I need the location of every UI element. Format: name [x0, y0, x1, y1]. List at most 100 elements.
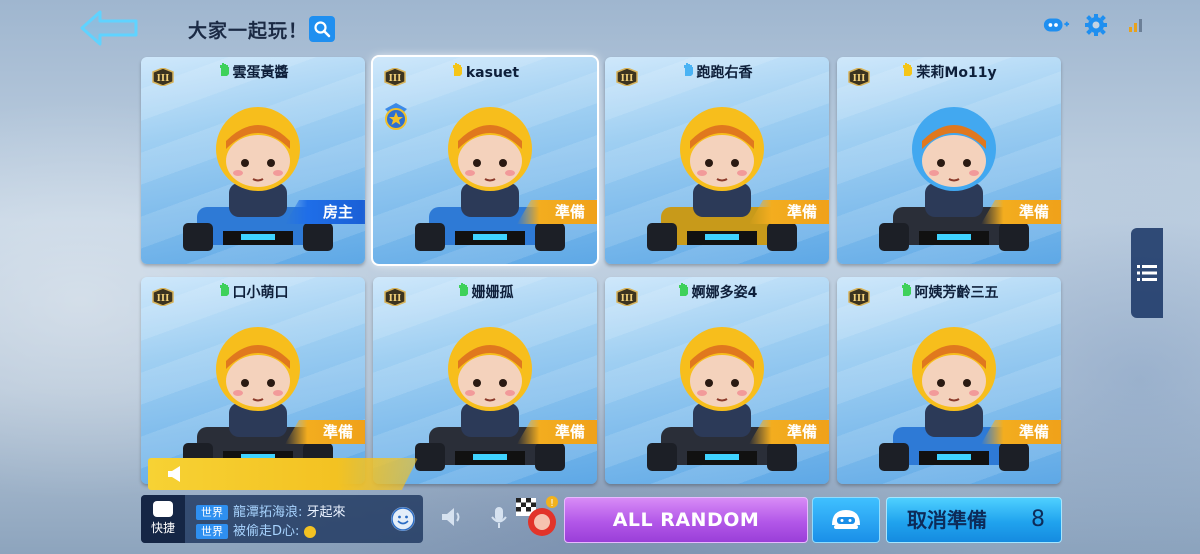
countdown-number: 8 [1031, 507, 1045, 532]
megaphone-icon [168, 466, 180, 482]
all-random-button[interactable]: ALL RANDOM [564, 497, 808, 543]
signal-icon [1129, 19, 1142, 32]
speaker-icon [442, 508, 460, 526]
player-name-row: kasuet [373, 62, 597, 81]
status-tag: 準備 [981, 420, 1061, 444]
player-card[interactable]: III kasuet 準備 [371, 55, 599, 266]
player-card[interactable]: III 茉莉Mo11y 準備 [837, 57, 1061, 264]
hand-icon [678, 283, 688, 296]
channel-badge: 世界 [196, 524, 228, 539]
player-name: 茉莉Mo11y [916, 65, 997, 81]
driver-illustration [216, 327, 300, 437]
chat-message: 牙起來 [306, 505, 346, 520]
player-name-row: 姗姗孤 [373, 282, 597, 302]
status-tag: 房主 [285, 200, 365, 224]
status-tag: 準備 [981, 200, 1061, 224]
helmet-icon [832, 510, 860, 529]
back-arrow-icon [80, 10, 138, 46]
player-name: 阿姨芳齡三五 [914, 285, 999, 301]
player-name-row: 茉莉Mo11y [837, 62, 1061, 82]
player-name-row: 婀娜多姿4 [605, 282, 829, 302]
player-name-row: 雲蛋黃醬 [141, 62, 365, 82]
racer-avatar [415, 107, 565, 251]
driver-illustration [912, 107, 996, 217]
driver-illustration [216, 107, 300, 217]
racer-avatar [647, 107, 797, 251]
player-card[interactable]: III 阿姨芳齡三五 準備 [837, 277, 1061, 484]
status-tag: 準備 [285, 420, 365, 444]
add-friend-button[interactable] [1042, 12, 1070, 38]
smiley-icon [391, 507, 415, 531]
microphone-icon [491, 507, 507, 528]
chat-line: 世界 龍潭拓海浪: 牙起來 [196, 501, 346, 520]
player-card[interactable]: III 口小萌口 準備 [141, 277, 365, 484]
hand-icon [458, 283, 468, 296]
room-title: 大家一起玩！ [188, 20, 309, 42]
player-name: 姗姗孤 [471, 285, 514, 301]
player-name-row: 阿姨芳齡三五 [837, 282, 1061, 302]
chat-sender: 被偷走D心: [233, 524, 300, 539]
status-tag: 準備 [517, 200, 597, 224]
racer-avatar [879, 107, 1029, 251]
player-card[interactable]: III 姗姗孤 準備 [373, 277, 597, 484]
gear-icon [1085, 14, 1107, 36]
chat-emoji-icon [303, 525, 316, 538]
driver-illustration [912, 327, 996, 437]
driver-illustration [680, 327, 764, 437]
hand-icon [903, 63, 913, 76]
status-tag: 準備 [749, 420, 829, 444]
hand-icon [219, 63, 229, 76]
search-icon [314, 21, 331, 38]
chat-sender: 龍潭拓海浪: [233, 505, 303, 520]
driver-illustration [448, 107, 532, 217]
status-tag: 準備 [749, 200, 829, 224]
cancel-ready-button[interactable]: 取消準備 8 [886, 497, 1062, 543]
hand-icon [901, 283, 911, 296]
list-icon [1137, 265, 1157, 281]
emoji-button[interactable] [391, 507, 415, 531]
player-grid: III 雲蛋黃醬 房主 III kasuet 準備 III 跑跑右香 準備 II… [141, 55, 1061, 485]
search-button[interactable] [309, 16, 335, 42]
announcement-bar[interactable] [148, 458, 418, 490]
status-tag: 準備 [517, 420, 597, 444]
speaker-button[interactable] [440, 506, 464, 534]
svg-text:!: ! [550, 498, 554, 509]
chat-bubble-icon [153, 501, 173, 517]
player-card[interactable]: III 雲蛋黃醬 房主 [141, 57, 365, 264]
player-card[interactable]: III 跑跑右香 準備 [605, 57, 829, 264]
racer-avatar [183, 107, 333, 251]
medal-icon [385, 103, 407, 130]
add-friend-icon [1043, 18, 1070, 32]
cancel-ready-label: 取消準備 [907, 508, 987, 532]
player-name-row: 口小萌口 [141, 282, 365, 302]
back-button[interactable] [78, 8, 142, 48]
network-signal [1122, 12, 1150, 38]
chat-panel[interactable]: 快捷 世界 龍潭拓海浪: 牙起來 世界 被偷走D心: [141, 495, 423, 543]
player-card[interactable]: III 婀娜多姿4 準備 [605, 277, 829, 484]
quick-chat-button[interactable]: 快捷 [141, 495, 185, 543]
channel-badge: 世界 [196, 505, 228, 520]
hand-icon [452, 63, 462, 76]
helmet-button[interactable] [812, 497, 880, 543]
microphone-button[interactable] [490, 506, 508, 534]
kart-token-button[interactable]: ! [512, 492, 560, 544]
driver-illustration [680, 107, 764, 217]
racer-avatar [647, 327, 797, 471]
settings-button[interactable] [1082, 12, 1110, 38]
checkered-flag-kart-icon: ! [516, 496, 558, 536]
side-menu-button[interactable] [1131, 228, 1163, 318]
player-name: kasuet [465, 65, 520, 81]
player-name: 跑跑右香 [696, 65, 753, 81]
hand-icon [219, 283, 229, 296]
player-name: 婀娜多姿4 [691, 285, 758, 301]
racer-avatar [879, 327, 1029, 471]
player-name: 口小萌口 [232, 285, 289, 301]
racer-avatar [183, 327, 333, 471]
quick-chat-label: 快捷 [150, 521, 175, 535]
player-name: 雲蛋黃醬 [232, 65, 289, 81]
chat-line: 世界 被偷走D心: [196, 520, 316, 539]
racer-avatar [415, 327, 565, 471]
player-name-row: 跑跑右香 [605, 62, 829, 82]
driver-illustration [448, 327, 532, 437]
hand-icon [683, 63, 693, 76]
